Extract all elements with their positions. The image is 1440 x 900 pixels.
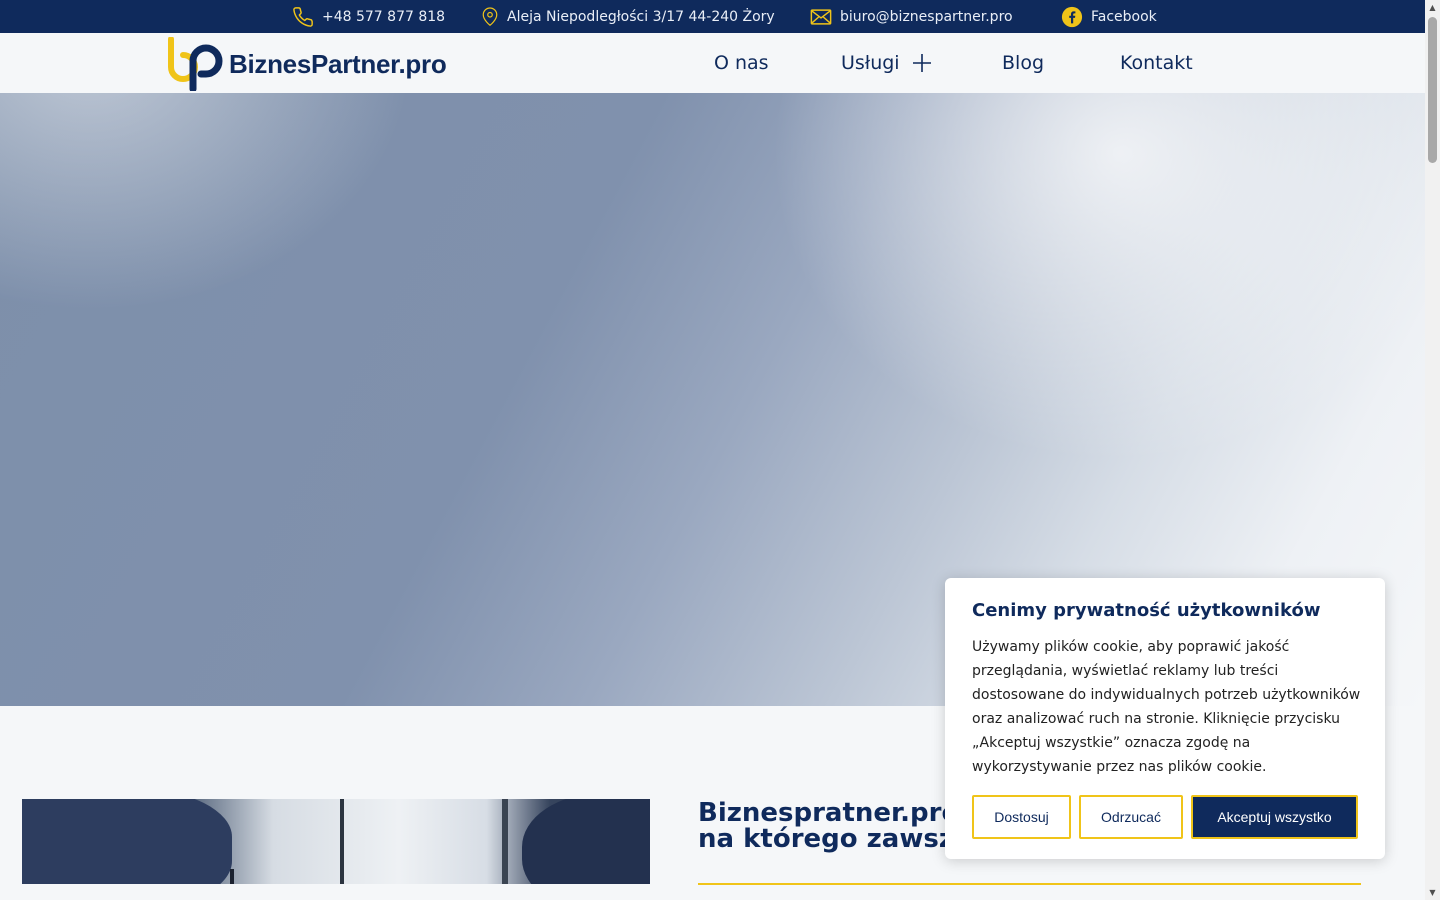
address-link[interactable]: Aleja Niepodległości 3/17 44-240 Żory xyxy=(481,0,775,33)
site-header: BiznesPartner.pro O nas Usługi Blog Kont… xyxy=(0,33,1425,93)
logo-mark xyxy=(168,37,223,91)
cookie-text: Używamy plików cookie, aby poprawić jako… xyxy=(972,639,1361,775)
cookie-title: Cenimy prywatność użytkowników xyxy=(972,600,1321,621)
nav-about[interactable]: O nas xyxy=(714,33,769,93)
page-scrollbar[interactable]: ▲ ▼ xyxy=(1425,0,1440,900)
business-photo xyxy=(22,799,650,884)
logo-text: BiznesPartner.pro xyxy=(229,48,447,79)
scroll-down-icon[interactable]: ▼ xyxy=(1425,885,1440,900)
map-pin-icon xyxy=(482,6,498,26)
address-text: Aleja Niepodległości 3/17 44-240 Żory xyxy=(507,8,775,25)
hero-corner-glow xyxy=(0,93,440,333)
logo-link[interactable]: BiznesPartner.pro xyxy=(165,37,447,91)
scroll-thumb[interactable] xyxy=(1428,17,1437,163)
nav-services[interactable]: Usługi xyxy=(841,33,932,93)
nav-blog[interactable]: Blog xyxy=(1002,33,1044,93)
email-text: biuro@biznespartner.pro xyxy=(840,8,1013,25)
scroll-up-icon[interactable]: ▲ xyxy=(1425,0,1440,15)
nav-services-label: Usługi xyxy=(841,52,900,74)
accept-all-button[interactable]: Akceptuj wszystko xyxy=(1191,795,1358,839)
cookie-consent-dialog: Cenimy prywatność użytkowników Używamy p… xyxy=(945,578,1385,859)
customize-button[interactable]: Dostosuj xyxy=(972,795,1071,839)
section-divider xyxy=(698,883,1361,885)
facebook-icon xyxy=(1061,6,1083,27)
hero-light-glow xyxy=(760,93,1425,473)
mail-icon xyxy=(810,8,832,25)
email-link[interactable]: biuro@biznespartner.pro xyxy=(810,0,1013,33)
facebook-text: Facebook xyxy=(1091,8,1157,25)
phone-link[interactable]: +48 577 877 818 xyxy=(292,0,445,33)
reject-button[interactable]: Odrzucać xyxy=(1079,795,1183,839)
phone-text: +48 577 877 818 xyxy=(322,8,446,25)
phone-icon xyxy=(293,6,313,27)
facebook-link[interactable]: Facebook xyxy=(1061,0,1157,33)
nav-contact[interactable]: Kontakt xyxy=(1120,33,1193,93)
top-contact-bar: +48 577 877 818 Aleja Niepodległości 3/1… xyxy=(0,0,1425,33)
plus-icon xyxy=(912,54,931,72)
